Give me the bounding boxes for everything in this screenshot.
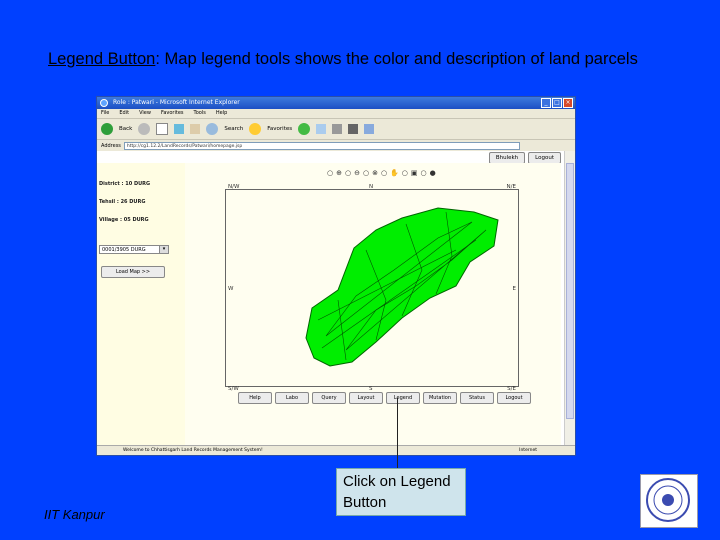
minimize-button[interactable]: _ xyxy=(541,98,551,108)
logo-seal-icon xyxy=(646,478,690,522)
logout-button[interactable]: Logout xyxy=(497,392,531,404)
identify-icon[interactable]: ⊗ xyxy=(372,169,378,177)
page-content: Bhulekh Logout District : 10 DURG Tehsil… xyxy=(97,151,575,445)
maximize-button[interactable]: □ xyxy=(552,98,562,108)
map-area: ○ ⊕ ○ ⊖ ○ ⊗ ○ ✋ ○ ▣ ○ ● N/W N N/E W E S/… xyxy=(185,163,561,445)
village-select[interactable]: 0001/3905 DURG ▾ xyxy=(99,245,169,254)
close-button[interactable]: × xyxy=(563,98,573,108)
browser-toolbar: Back Search Favorites xyxy=(97,119,575,140)
radio-print[interactable]: ○ xyxy=(402,169,408,177)
chevron-down-icon: ▾ xyxy=(159,246,168,253)
scrollbar-thumb[interactable] xyxy=(566,163,574,419)
favorites-icon[interactable] xyxy=(249,123,262,135)
address-input[interactable]: http://cg1.12.2/LandRecords/Patwari/home… xyxy=(123,142,520,150)
internet-zone: Internet xyxy=(519,448,537,453)
address-label: Address xyxy=(101,143,121,149)
radio-info[interactable]: ○ xyxy=(381,169,387,177)
slide-title-rest: Map legend tools shows the color and des… xyxy=(159,50,638,68)
stop-icon[interactable] xyxy=(156,123,169,135)
callout-box: Click on Legend Button xyxy=(336,468,466,516)
favorites-label[interactable]: Favorites xyxy=(267,126,292,132)
messenger-icon[interactable] xyxy=(364,124,375,134)
compass-ne: N/E xyxy=(506,184,516,190)
slide-title: Legend Button: Map legend tools shows th… xyxy=(48,48,688,70)
load-map-button[interactable]: Load Map >> xyxy=(101,266,165,278)
refresh-icon[interactable] xyxy=(174,124,185,134)
mutation-button[interactable]: Mutation xyxy=(423,392,457,404)
back-icon[interactable] xyxy=(101,123,113,135)
status-bar: Welcome to Chhattisgarh Land Records Man… xyxy=(97,445,575,455)
window-title: Role : Patwari - Microsoft Internet Expl… xyxy=(113,99,240,106)
village-select-value: 0001/3905 DURG xyxy=(102,247,146,253)
forward-icon[interactable] xyxy=(138,123,151,135)
compass-n: N xyxy=(369,184,374,190)
edit-icon[interactable] xyxy=(348,124,359,134)
radio-help[interactable]: ○ xyxy=(421,169,427,177)
callout-pointer xyxy=(397,398,398,468)
info-icon[interactable]: ● xyxy=(430,169,436,177)
footer-text: IIT Kanpur xyxy=(44,507,105,522)
status-text: Welcome to Chhattisgarh Land Records Man… xyxy=(123,448,263,453)
menu-bar: File Edit View Favorites Tools Help xyxy=(97,109,575,119)
left-panel: District : 10 DURG Tehsil : 26 DURG Vill… xyxy=(97,163,185,445)
search-icon[interactable] xyxy=(206,123,219,135)
map-toolbar: ○ ⊕ ○ ⊖ ○ ⊗ ○ ✋ ○ ▣ ○ ● xyxy=(327,169,436,177)
compass-e: E xyxy=(512,286,516,292)
legend-button[interactable]: Legend xyxy=(386,392,420,404)
home-icon[interactable] xyxy=(190,124,201,134)
district-label: District : 10 DURG xyxy=(99,181,151,187)
vertical-scrollbar[interactable] xyxy=(564,151,575,445)
media-icon[interactable] xyxy=(298,123,311,135)
layout-button[interactable]: Layout xyxy=(349,392,383,404)
radio-zoom-out[interactable]: ○ xyxy=(345,169,351,177)
browser-window: Role : Patwari - Microsoft Internet Expl… xyxy=(96,96,576,456)
ie-icon xyxy=(100,99,108,107)
menu-edit[interactable]: Edit xyxy=(119,109,129,118)
radio-pan[interactable]: ○ xyxy=(363,169,369,177)
zoom-in-icon[interactable]: ⊕ xyxy=(336,169,342,177)
back-label[interactable]: Back xyxy=(119,126,132,132)
window-titlebar: Role : Patwari - Microsoft Internet Expl… xyxy=(97,97,575,109)
slide-title-lead: Legend Button xyxy=(48,50,156,68)
radio-zoom-in[interactable]: ○ xyxy=(327,169,333,177)
map-button-row: Help Labo Query Layout Legend Mutation S… xyxy=(238,392,531,404)
print-icon[interactable] xyxy=(332,124,343,134)
tehsil-label: Tehsil : 26 DURG xyxy=(99,199,146,205)
menu-favorites[interactable]: Favorites xyxy=(161,109,184,118)
menu-tools[interactable]: Tools xyxy=(194,109,206,118)
query-button[interactable]: Query xyxy=(312,392,346,404)
pan-hand-icon[interactable]: ✋ xyxy=(390,169,399,177)
compass-w: W xyxy=(228,286,234,292)
menu-file[interactable]: File xyxy=(101,109,109,118)
zoom-out-icon[interactable]: ⊖ xyxy=(354,169,360,177)
help-button[interactable]: Help xyxy=(238,392,272,404)
menu-view[interactable]: View xyxy=(139,109,151,118)
map-frame[interactable]: N/W N N/E W E S/W S S/E xyxy=(225,184,519,392)
iit-kanpur-logo xyxy=(640,474,698,528)
status-button[interactable]: Status xyxy=(460,392,494,404)
label-button[interactable]: Labo xyxy=(275,392,309,404)
village-label: Village : 05 DURG xyxy=(99,217,149,223)
menu-help[interactable]: Help xyxy=(216,109,227,118)
print-map-icon[interactable]: ▣ xyxy=(411,169,418,177)
compass-nw: N/W xyxy=(228,184,240,190)
search-label[interactable]: Search xyxy=(224,126,243,132)
parcel-map[interactable] xyxy=(226,190,518,386)
mail-icon[interactable] xyxy=(316,124,327,134)
